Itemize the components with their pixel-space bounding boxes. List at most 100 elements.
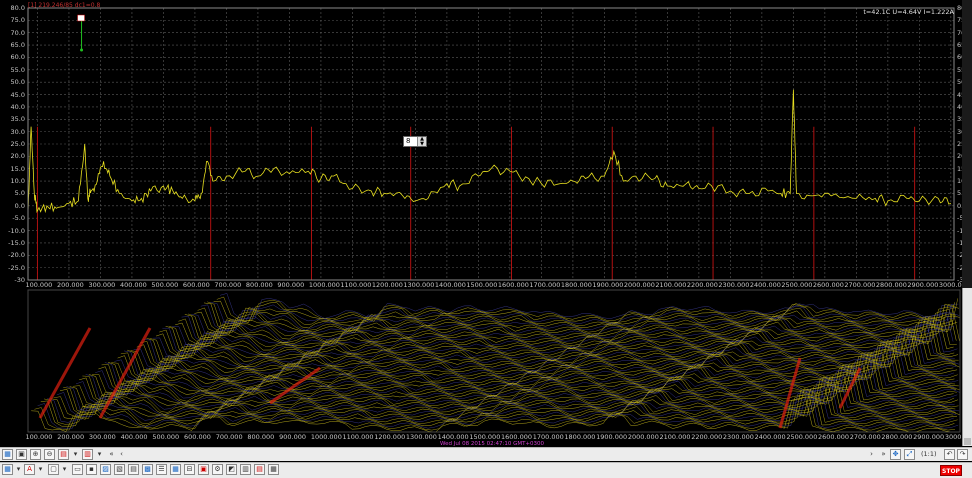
waterfall-plot[interactable] [0,288,972,448]
spectrum-scrollbar[interactable] [962,0,972,288]
scroll-thumb[interactable] [964,438,971,445]
redo-icon[interactable]: ↷ [957,449,968,460]
wf-x-tick-label: 1300.000 [405,433,437,441]
fullscreen-icon[interactable]: ⤢ [904,449,915,460]
wf-x-tick-label: 1200.000 [374,433,406,441]
last-page-icon[interactable]: » [878,449,889,460]
y-tick-label-left: -20.0 [8,251,25,260]
range-icon[interactable]: ▤ [58,449,69,460]
y-tick-label-left: 45.0 [10,90,25,99]
window-icon[interactable]: ▢ [48,464,59,475]
y-tick-label-left: -10.0 [8,226,25,235]
wf-x-tick-label: 1100.000 [342,433,374,441]
text-tool-icon[interactable]: A [24,464,35,475]
move-icon[interactable]: ✥ [890,449,901,460]
graph-icon[interactable]: ▦ [170,464,181,475]
y-tick-label-left: 10.0 [10,177,25,186]
y-tick-label-left: 35.0 [10,115,25,124]
wf-x-tick-label: 2500.000 [786,433,818,441]
y-tick-label-left: 60.0 [10,53,25,62]
y-tick-label-left: 55.0 [10,65,25,74]
y-tick-label-left: 65.0 [10,41,25,50]
toolbar-tools: ▦ ▾ A ▾ ▢ ▾ ▭ ▪ ▨ ▧ ▤ ▩ ☰ ▦ ⊟ ▣ ⚙ ◩ ▥ ▤ … [0,462,972,478]
stop-button[interactable]: STOP [940,465,962,476]
image-icon[interactable]: ▣ [198,464,209,475]
status-readout: t=42.1C U=4.64V I=1.222A [863,8,954,16]
spectrum-view-icon[interactable]: ▦ [2,449,13,460]
y-tick-label-left: 75.0 [10,16,25,25]
dropdown-arrow-icon[interactable]: ▾ [70,449,81,460]
help-icon[interactable]: ▦ [268,464,279,475]
y-tick-label-left: 25.0 [10,140,25,148]
wf-x-tick-label: 100.000 [25,433,53,441]
marker-icon[interactable]: ▥ [82,449,93,460]
dropdown-arrow-icon[interactable]: ▾ [35,464,46,475]
wf-x-tick-label: 500.000 [152,433,180,441]
wf-x-tick-label: 400.000 [120,433,148,441]
y-tick-label-left: -25.0 [8,263,25,272]
wf-x-tick-label: 2600.000 [818,433,850,441]
y-tick-label-left: 50.0 [10,78,25,87]
y-tick-label-left: -5.0 [12,214,25,223]
export-icon[interactable]: ▨ [100,464,111,475]
wf-x-tick-label: 2700.000 [849,433,881,441]
wf-x-tick-label: 900.000 [279,433,306,441]
wf-x-tick-label: 1500.000 [469,433,501,441]
chart-icon[interactable]: ▧ [114,464,125,475]
order-spinner-value: 8 [406,137,411,145]
waterfall-scrollbar[interactable] [962,288,972,446]
save-icon[interactable]: ▪ [86,464,97,475]
wf-x-tick-label: 2400.000 [754,433,786,441]
color-icon[interactable]: ◩ [226,464,237,475]
settings-icon[interactable]: ⚙ [212,464,223,475]
wf-x-tick-label: 2000.000 [627,433,659,441]
y-tick-label-left: 30.0 [10,127,25,136]
next-page-icon[interactable]: › [866,449,877,460]
order-spinner[interactable]: 8 ▲ ▼ [403,136,427,147]
wf-x-tick-label: 1700.000 [532,433,564,441]
y-tick-label-left: 40.0 [10,102,25,111]
wf-x-tick-label: 2100.000 [659,433,691,441]
cursor-handle[interactable] [77,14,85,22]
wf-x-tick-label: 700.000 [215,433,243,441]
wf-x-tick-label: 1900.000 [596,433,628,441]
list-icon[interactable]: ☰ [156,464,167,475]
spinner-arrows-icon[interactable]: ▲ ▼ [417,137,426,146]
zoom-ratio-label: (1:1) [921,450,937,458]
dropdown-arrow-icon[interactable]: ▾ [13,464,24,475]
y-tick-label-left: -30 [14,276,25,284]
wf-x-tick-label: 2200.000 [691,433,723,441]
table-icon[interactable]: ▤ [128,464,139,475]
toolbar-view: ▦ ▣ ⊕ ⊖ ▤ ▾ ▥ ▾ « ‹ › » ✥ ⤢ (1:1) ↶ ↷ [0,447,972,461]
spectrum-chart[interactable] [0,0,972,288]
fit-icon[interactable]: ▣ [16,449,27,460]
wf-x-tick-label: 1000.000 [310,433,342,441]
prev-page-icon[interactable]: ‹ [116,449,127,460]
wf-x-tick-label: 2900.000 [913,433,945,441]
compare-icon[interactable]: ▩ [142,464,153,475]
report-icon[interactable]: ▥ [240,464,251,475]
y-tick-label-left: 70.0 [10,28,25,37]
y-tick-label-left: 5.0 [14,189,25,198]
y-tick-label-left: -15.0 [8,238,25,247]
dropdown-arrow-icon[interactable]: ▾ [59,464,70,475]
layout-icon[interactable]: ▦ [2,464,13,475]
print-icon[interactable]: ▤ [254,464,265,475]
filter-icon[interactable]: ⊟ [184,464,195,475]
wf-x-tick-label: 2800.000 [881,433,913,441]
dropdown-arrow-icon[interactable]: ▾ [94,449,105,460]
spectrum-analyzer-window: 8 0.0 75.0 70.0 65.0 60.0 55.0 50.0 45.0 40.0 35.0… [0,0,972,478]
zoom-out-icon[interactable]: ⊖ [44,449,55,460]
wf-x-tick-label: 800.000 [247,433,275,441]
harmonic-readout: [1] 219.246/85 dc1=0.8 [28,2,101,9]
y-tick-label-left: 20.0 [10,152,25,161]
undo-icon[interactable]: ↶ [944,449,955,460]
wf-x-tick-label: 600.000 [184,433,211,441]
wf-x-tick-label: 1800.000 [564,433,596,441]
folder-icon[interactable]: ▭ [72,464,83,475]
zoom-in-icon[interactable]: ⊕ [30,449,41,460]
wf-x-tick-label: 200.000 [57,433,85,441]
wf-x-tick-label: 2300.000 [722,433,754,441]
y-tick-label-left: 0.0 [14,201,25,210]
wf-x-tick-label: 1600.000 [501,433,533,441]
